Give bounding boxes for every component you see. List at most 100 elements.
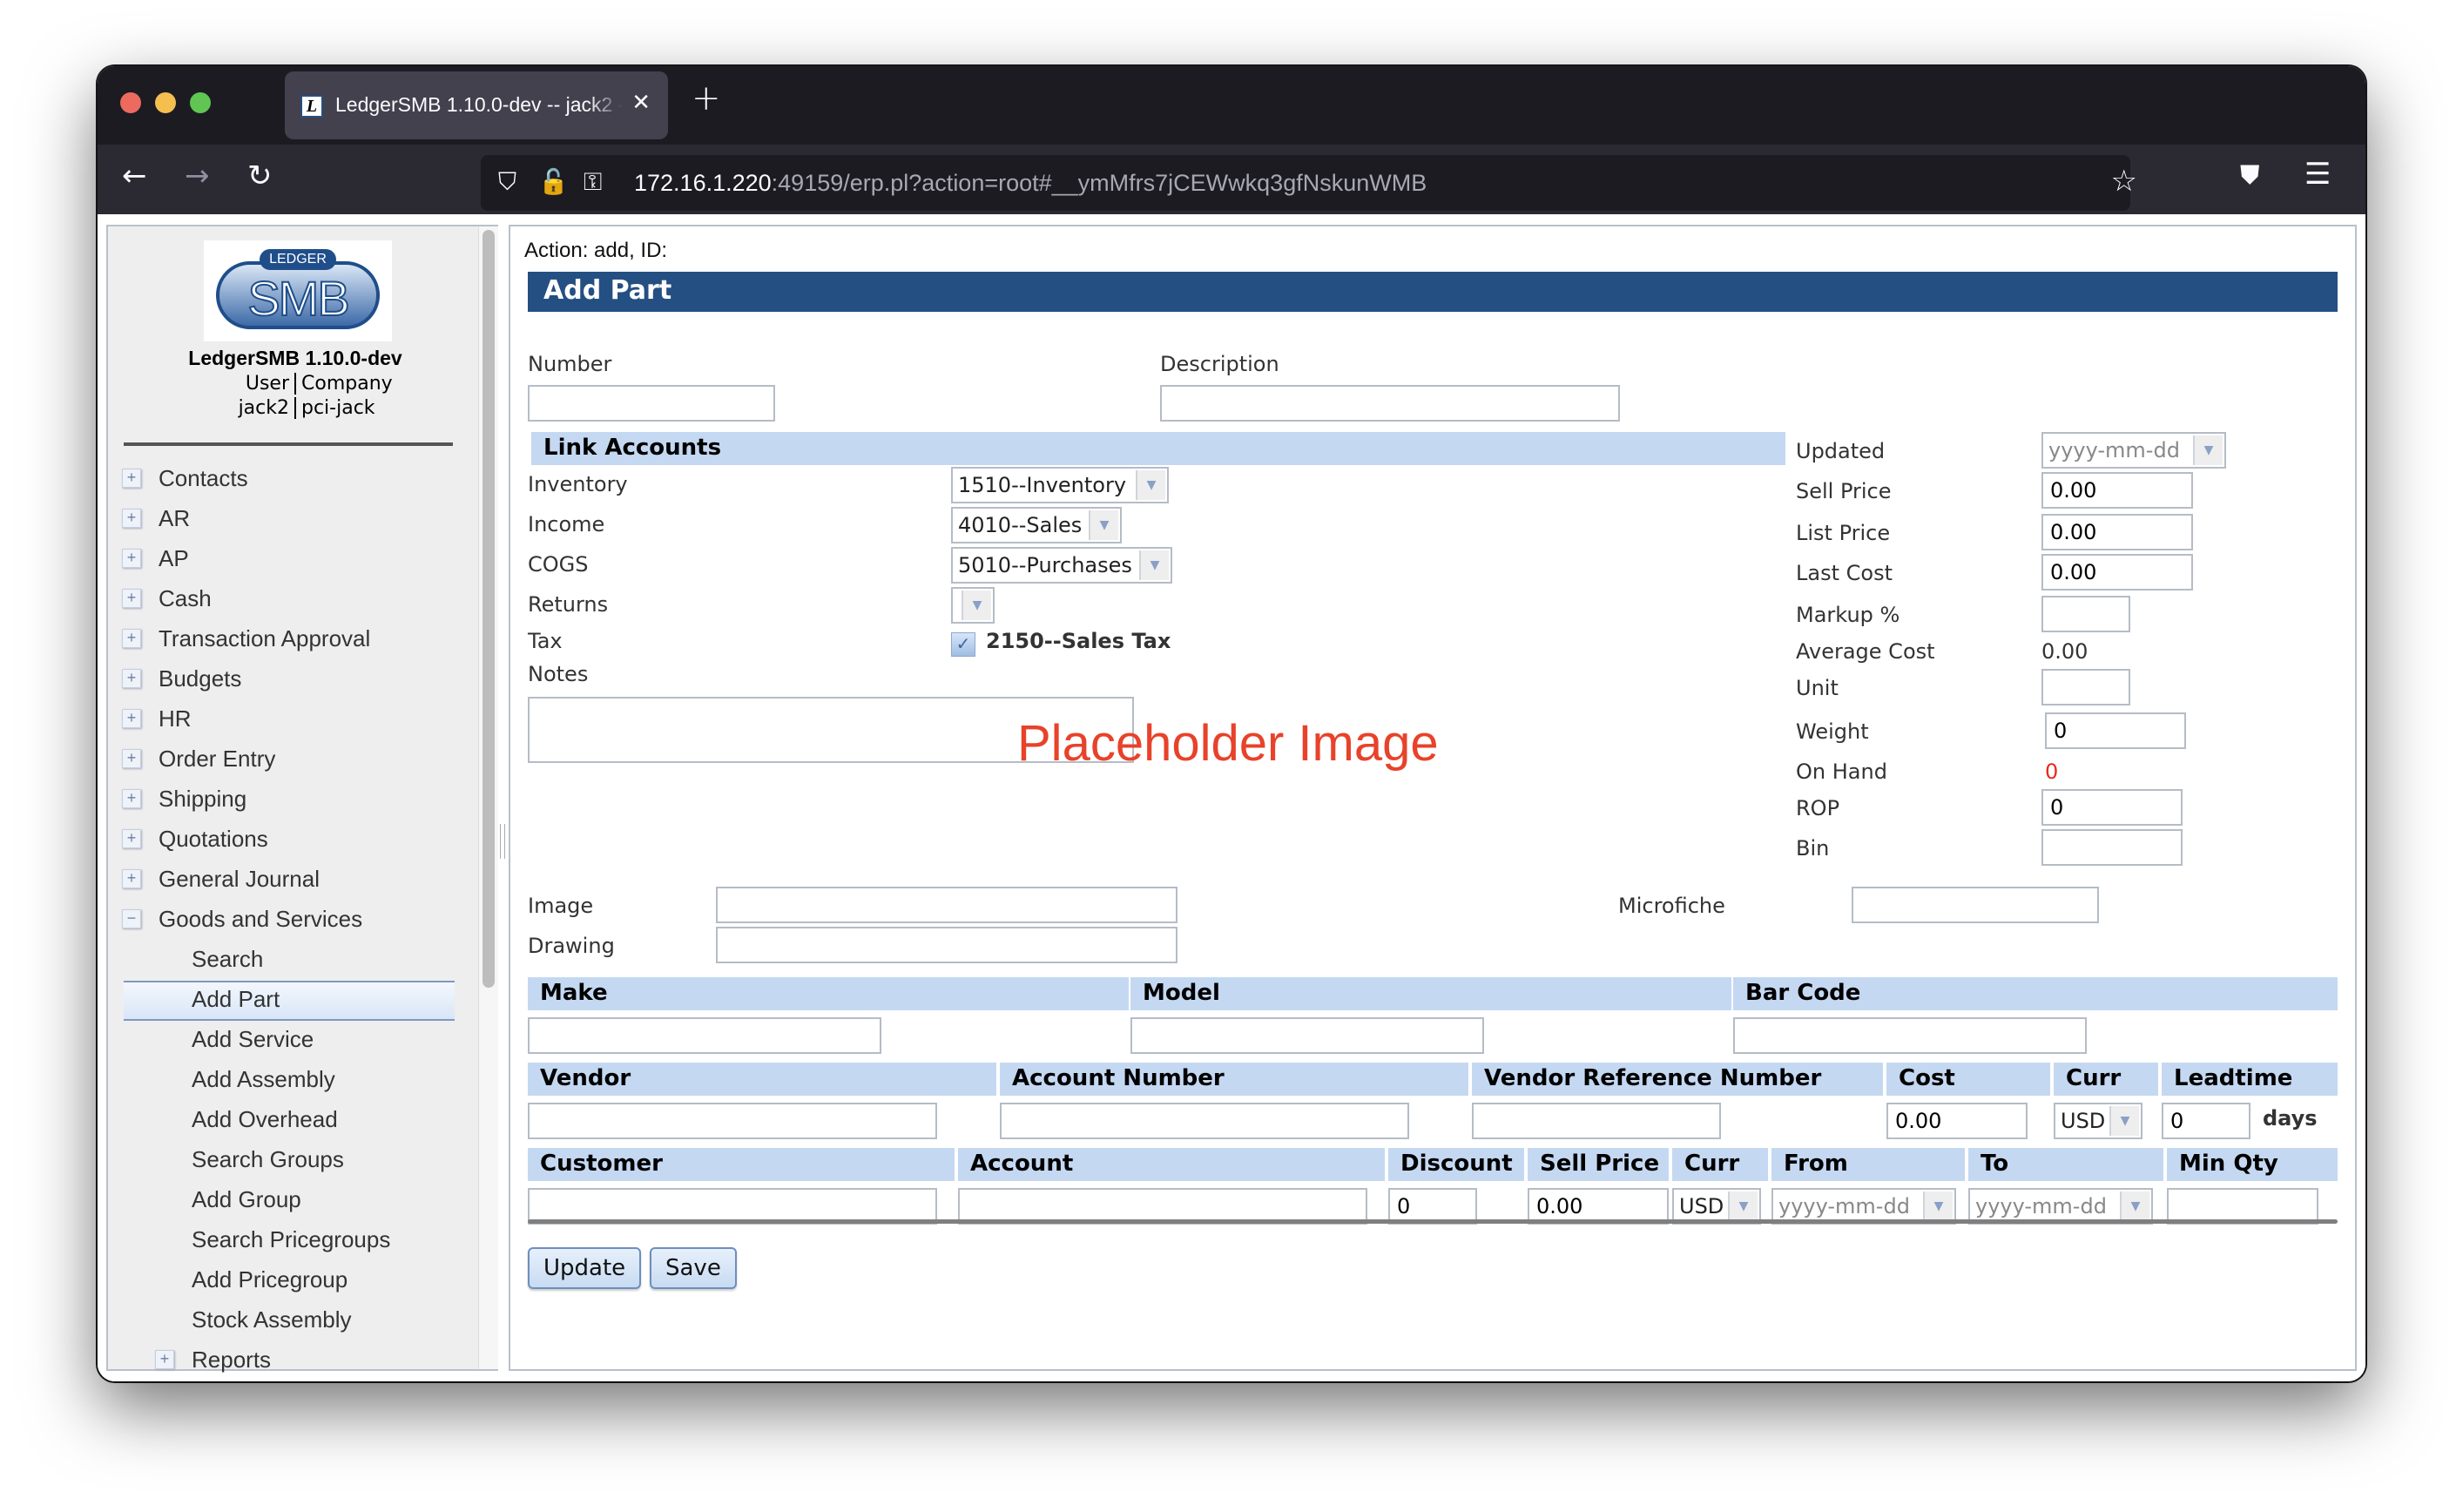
shield-icon[interactable]: ⛉ — [498, 167, 516, 197]
sidebar-item-hr[interactable]: + HR — [108, 700, 478, 740]
expand-plus-icon[interactable]: + — [155, 1350, 174, 1369]
bin-input[interactable] — [2041, 829, 2183, 866]
income-account-select[interactable]: 4010--Sales ▼ — [951, 507, 1122, 543]
expand-plus-icon[interactable]: + — [122, 509, 141, 528]
expand-plus-icon[interactable]: + — [122, 749, 141, 768]
sidebar-subitem-add-assembly[interactable]: Add Assembly — [108, 1061, 478, 1101]
dropdown-arrow-icon[interactable]: ▼ — [1136, 470, 1165, 500]
sidebar-item-goods-and-services[interactable]: − Goods and Services — [108, 901, 478, 941]
expand-plus-icon[interactable]: + — [122, 669, 141, 688]
model-input[interactable] — [1130, 1017, 1484, 1054]
markup-input[interactable] — [2041, 596, 2130, 632]
dropdown-arrow-icon[interactable]: ▼ — [2109, 1106, 2139, 1136]
sidebar-scrollbar-thumb[interactable] — [482, 230, 495, 988]
sidebar-subitem-search-groups[interactable]: Search Groups — [108, 1141, 478, 1181]
unit-input[interactable] — [2041, 669, 2130, 705]
expand-plus-icon[interactable]: + — [122, 829, 141, 848]
save-button[interactable]: Save — [650, 1247, 737, 1289]
url-bar[interactable]: ⛉ 🔓 ⚿ 172.16.1.220:49159/erp.pl?action=r… — [481, 155, 2137, 211]
on-hand-value: 0 — [2045, 759, 2059, 784]
image-input[interactable] — [716, 887, 1178, 923]
back-arrow-icon[interactable]: ← — [122, 159, 147, 193]
sidebar-subitem-reports[interactable]: + Reports — [108, 1341, 478, 1381]
tax-checkbox[interactable]: ✓ — [951, 632, 975, 657]
url-text[interactable]: 172.16.1.220:49159/erp.pl?action=root#__… — [634, 170, 1427, 197]
sidebar-subitem-search[interactable]: Search — [108, 941, 478, 981]
pane-splitter-handle[interactable] — [500, 824, 505, 859]
page-title: Add Part — [543, 275, 672, 306]
new-tab-button[interactable]: + — [692, 78, 721, 118]
make-input[interactable] — [528, 1017, 881, 1054]
browser-tab[interactable]: L LedgerSMB 1.10.0-dev -- jack2 - Ledger… — [285, 71, 668, 139]
inventory-account-select[interactable]: 1510--Inventory ▼ — [951, 467, 1169, 503]
expand-plus-icon[interactable]: + — [122, 469, 141, 488]
account-number-input[interactable] — [1000, 1103, 1409, 1139]
rop-input[interactable]: 0 — [2041, 789, 2183, 826]
sidebar-scrollbar[interactable] — [478, 226, 498, 1369]
weight-input[interactable]: 0 — [2045, 712, 2186, 749]
leadtime-input[interactable]: 0 — [2162, 1103, 2250, 1139]
account-header-label: Account — [970, 1151, 1074, 1177]
close-tab-icon[interactable]: ✕ — [631, 89, 651, 116]
vendor-currency-select[interactable]: USD ▼ — [2054, 1103, 2142, 1139]
sidebar-subitem-add-part[interactable]: Add Part — [124, 981, 455, 1021]
sidebar-item-general-journal[interactable]: + General Journal — [108, 861, 478, 901]
dropdown-arrow-icon[interactable]: ▼ — [1728, 1191, 1758, 1221]
sell-price-input[interactable]: 0.00 — [2041, 472, 2193, 509]
sidebar-subitem-search-pricegroups[interactable]: Search Pricegroups — [108, 1221, 478, 1261]
dropdown-arrow-icon[interactable]: ▼ — [1923, 1191, 1953, 1221]
vendor-input[interactable] — [528, 1103, 937, 1139]
maximize-window-button[interactable] — [190, 92, 211, 113]
tab-title: LedgerSMB 1.10.0-dev -- jack2 - LedgerSM… — [335, 93, 623, 116]
vendor-reference-input[interactable] — [1472, 1103, 1721, 1139]
sidebar-subitem-add-group[interactable]: Add Group — [108, 1181, 478, 1221]
dropdown-arrow-icon[interactable]: ▼ — [2193, 435, 2223, 465]
sidebar-item-cash[interactable]: + Cash — [108, 580, 478, 620]
returns-account-select[interactable]: ▼ — [951, 587, 995, 624]
sidebar-item-contacts[interactable]: + Contacts — [108, 460, 478, 500]
expand-plus-icon[interactable]: + — [122, 549, 141, 568]
sidebar-item-budgets[interactable]: + Budgets — [108, 660, 478, 700]
dropdown-arrow-icon[interactable]: ▼ — [2120, 1191, 2149, 1221]
sidebar-item-transaction-approval[interactable]: + Transaction Approval — [108, 620, 478, 660]
expand-plus-icon[interactable]: + — [122, 869, 141, 888]
min-qty-header-label: Min Qty — [2179, 1151, 2278, 1177]
dropdown-arrow-icon[interactable]: ▼ — [1139, 550, 1169, 580]
cogs-account-select[interactable]: 5010--Purchases ▼ — [951, 547, 1172, 584]
vendor-cost-input[interactable]: 0.00 — [1886, 1103, 2028, 1139]
close-window-button[interactable] — [120, 92, 141, 113]
dropdown-arrow-icon[interactable]: ▼ — [1089, 510, 1118, 540]
reload-icon[interactable]: ↻ — [247, 159, 273, 193]
sidebar-item-quotations[interactable]: + Quotations — [108, 820, 478, 861]
description-input[interactable] — [1160, 385, 1620, 422]
sidebar-item-order-entry[interactable]: + Order Entry — [108, 740, 478, 780]
update-button[interactable]: Update — [528, 1247, 642, 1289]
expand-plus-icon[interactable]: + — [122, 789, 141, 808]
drawing-input[interactable] — [716, 927, 1178, 963]
number-input[interactable] — [528, 385, 775, 422]
sidebar-subitem-add-pricegroup[interactable]: Add Pricegroup — [108, 1261, 478, 1301]
expand-plus-icon[interactable]: + — [122, 629, 141, 648]
forward-arrow-icon[interactable]: → — [185, 159, 210, 193]
sidebar-item-shipping[interactable]: + Shipping — [108, 780, 478, 820]
expand-plus-icon[interactable]: + — [122, 589, 141, 608]
expand-plus-icon[interactable]: + — [122, 709, 141, 728]
hamburger-menu-icon[interactable]: ☰ — [2304, 157, 2331, 192]
insecure-lock-icon[interactable]: 🔓 — [538, 167, 569, 196]
sidebar-subitem-add-service[interactable]: Add Service — [108, 1021, 478, 1061]
list-price-input[interactable]: 0.00 — [2041, 514, 2193, 550]
bookmark-star-icon[interactable]: ☆ — [2111, 164, 2137, 199]
collapse-minus-icon[interactable]: − — [122, 909, 141, 928]
updated-date-picker[interactable]: yyyy-mm-dd ▼ — [2041, 432, 2226, 469]
microfiche-input[interactable] — [1852, 887, 2099, 923]
sidebar-subitem-stock-assembly[interactable]: Stock Assembly — [108, 1301, 478, 1341]
dropdown-arrow-icon[interactable]: ▼ — [962, 591, 991, 620]
sidebar-subitem-add-overhead[interactable]: Add Overhead — [108, 1101, 478, 1141]
sidebar-item-ap[interactable]: + AP — [108, 540, 478, 580]
key-icon[interactable]: ⚿ — [584, 167, 602, 197]
sidebar-item-ar[interactable]: + AR — [108, 500, 478, 540]
bar-code-input[interactable] — [1733, 1017, 2087, 1054]
minimize-window-button[interactable] — [155, 92, 176, 113]
pocket-icon[interactable]: ⛊ — [2240, 160, 2260, 191]
last-cost-input[interactable]: 0.00 — [2041, 554, 2193, 591]
